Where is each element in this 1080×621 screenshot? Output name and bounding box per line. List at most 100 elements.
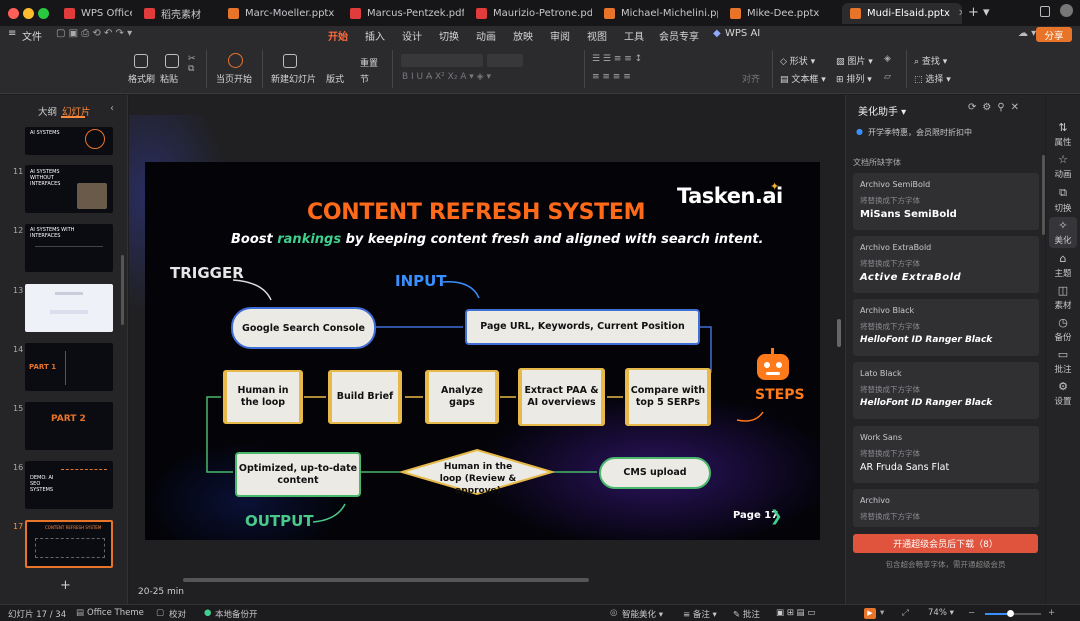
slide-thumbnail[interactable]: AI SYSTEMS bbox=[25, 127, 113, 155]
notes-button[interactable]: ≡ 备注 ▾ bbox=[683, 608, 717, 620]
font-card[interactable]: Archivo Black 将替换成下方字体 HelloFont ID Ranger… bbox=[853, 299, 1039, 356]
window-icon[interactable] bbox=[1040, 6, 1050, 17]
from-current-button[interactable]: 当页开始 bbox=[216, 72, 252, 85]
arrange-button[interactable]: ⊞ 排列 ▾ bbox=[836, 72, 872, 85]
align-icons[interactable]: ≡ ≡ ≡ ≡ bbox=[592, 72, 631, 82]
find-button[interactable]: ⌕ 查找 ▾ bbox=[914, 54, 947, 67]
menu-file[interactable]: 文件 bbox=[22, 28, 42, 43]
add-slide-icon[interactable]: + bbox=[60, 578, 71, 593]
menu-wps-ai[interactable]: WPS AI bbox=[725, 28, 760, 39]
section-button[interactable]: 节 bbox=[360, 72, 369, 85]
thumbnail-scrollbar[interactable] bbox=[121, 255, 124, 325]
canvas-vertical-scrollbar[interactable] bbox=[837, 319, 841, 347]
side-tool-animation[interactable]: ☆ 动画 bbox=[1046, 153, 1080, 180]
side-tool-comments[interactable]: ▭ 批注 bbox=[1046, 348, 1080, 375]
play-slideshow-button[interactable]: ▶ bbox=[864, 608, 876, 619]
theme-name[interactable]: Office Theme bbox=[87, 608, 144, 618]
zoom-in-icon[interactable]: + bbox=[1048, 608, 1055, 618]
font-size-select[interactable] bbox=[487, 54, 523, 67]
align-button[interactable]: 对齐 bbox=[742, 72, 760, 85]
download-fonts-button[interactable]: 开通超级会员后下载（8） bbox=[853, 534, 1038, 553]
minimize-window-button[interactable] bbox=[23, 8, 34, 19]
menu-slideshow[interactable]: 放映 bbox=[513, 28, 533, 43]
slide-thumbnail[interactable]: AI SYSTEMS WITHOUT INTERFACES bbox=[25, 165, 113, 213]
tab-outline[interactable]: 大纲 bbox=[38, 104, 57, 118]
font-card[interactable]: Archivo SemiBold 将替换成下方字体 MiSans SemiBold bbox=[853, 173, 1039, 230]
menu-member[interactable]: 会员专享 bbox=[659, 28, 699, 43]
tab-file[interactable]: Marcus-Pentzek.pdf bbox=[342, 3, 464, 24]
cloud-icon[interactable]: ☁ ▾ bbox=[1018, 28, 1036, 39]
font-card[interactable]: Work Sans 将替换成下方字体 AR Fruda Sans Flat bbox=[853, 426, 1039, 483]
shape-button[interactable]: ◇ 形状 ▾ bbox=[780, 54, 815, 67]
paste-button[interactable]: 粘贴 bbox=[160, 72, 178, 85]
zoom-slider[interactable] bbox=[985, 610, 1041, 617]
fill-icon[interactable]: ◈ bbox=[884, 54, 891, 64]
slide-17[interactable]: Tasken.ai ✦ CONTENT REFRESH SYSTEM Boost… bbox=[145, 162, 820, 540]
fit-window-icon[interactable]: ⤢ bbox=[902, 608, 909, 618]
side-tool-backup[interactable]: ◷ 备份 bbox=[1046, 316, 1080, 343]
menu-review[interactable]: 审阅 bbox=[550, 28, 570, 43]
slide-thumbnail[interactable]: DEMO: AI SEO SYSTEMS bbox=[25, 461, 113, 509]
menu-animation[interactable]: 动画 bbox=[476, 28, 496, 43]
new-tab-icon[interactable]: + ▾ bbox=[968, 5, 990, 20]
tab-wps-office[interactable]: WPS Office bbox=[56, 3, 132, 24]
font-card[interactable]: Archivo ExtraBold 将替换成下方字体 Active ExtraBol… bbox=[853, 236, 1039, 293]
tab-file-active[interactable]: Mudi-Elsaid.pptx ✕ bbox=[842, 3, 962, 24]
close-tab-icon[interactable]: ✕ bbox=[958, 8, 962, 19]
slide-thumbnail-active[interactable]: CONTENT REFRESH SYSTEM bbox=[25, 520, 113, 568]
reset-button[interactable]: 重置 bbox=[360, 56, 378, 69]
picture-button[interactable]: ▨ 图片 ▾ bbox=[836, 54, 873, 67]
view-mode-icons[interactable]: ▣ ⊞ ▤ ▭ bbox=[776, 608, 815, 618]
textbox-button[interactable]: ▤ 文本框 ▾ bbox=[780, 72, 826, 85]
collapse-panel-icon[interactable]: ‹ bbox=[110, 103, 114, 114]
slide-thumbnail[interactable]: PART 2 bbox=[25, 402, 113, 450]
avatar[interactable] bbox=[1060, 4, 1073, 17]
proof-button[interactable]: 校对 bbox=[169, 608, 186, 620]
panel-header-icons[interactable]: ⟳⚙⚲✕ bbox=[968, 102, 1025, 113]
zoom-out-icon[interactable]: − bbox=[968, 608, 975, 618]
maximize-window-button[interactable] bbox=[38, 8, 49, 19]
layout-button[interactable]: 版式 bbox=[326, 72, 344, 85]
menu-view[interactable]: 视图 bbox=[587, 28, 607, 43]
font-name-select[interactable] bbox=[401, 54, 483, 67]
slide-thumbnail[interactable]: AI SYSTEMS WITH INTERFACES bbox=[25, 224, 113, 272]
smart-beautify-button[interactable]: 智能美化 ▾ bbox=[622, 608, 663, 620]
panel-scrollbar[interactable] bbox=[1042, 155, 1045, 235]
side-tool-assets[interactable]: ◫ 素材 bbox=[1046, 284, 1080, 311]
comments-button[interactable]: ✎ 批注 bbox=[733, 608, 760, 620]
font-card[interactable]: Archivo 将替换成下方字体 bbox=[853, 489, 1039, 527]
backup-status[interactable]: 本地备份开 bbox=[215, 608, 258, 620]
close-window-button[interactable] bbox=[8, 8, 19, 19]
side-tool-settings[interactable]: ⚙ 设置 bbox=[1046, 380, 1080, 407]
side-tool-transition[interactable]: ⧉ 切换 bbox=[1046, 186, 1080, 214]
select-button[interactable]: ⬚ 选择 ▾ bbox=[914, 72, 951, 85]
format-painter-button[interactable]: 格式刷 bbox=[128, 72, 155, 85]
side-tool-theme[interactable]: ⌂ 主题 bbox=[1046, 252, 1080, 279]
slide-thumbnail[interactable] bbox=[25, 284, 113, 332]
side-tool-beautify[interactable]: ✧ 美化 bbox=[1049, 217, 1077, 248]
quick-toolbar-icons[interactable]: ▢ ▣ ⎙ ⟲ ↶ ↷ ▾ bbox=[56, 28, 132, 39]
font-card[interactable]: Lato Black 将替换成下方字体 HelloFont ID Ranger Bl… bbox=[853, 362, 1039, 419]
menu-tools[interactable]: 工具 bbox=[624, 28, 644, 43]
notes-text[interactable]: 20-25 min bbox=[138, 587, 184, 597]
menu-design[interactable]: 设计 bbox=[402, 28, 422, 43]
tab-docer[interactable]: 稻壳素材 bbox=[136, 3, 216, 24]
outline-icon[interactable]: ▱ bbox=[884, 72, 891, 82]
paragraph-icons[interactable]: ☰ ☰ ≡ ≡ ↕ bbox=[592, 54, 642, 64]
tab-file[interactable]: Mike-Dee.pptx bbox=[722, 3, 838, 24]
menu-insert[interactable]: 插入 bbox=[365, 28, 385, 43]
side-tool-properties[interactable]: ⇅ 属性 bbox=[1046, 121, 1080, 148]
zoom-level[interactable]: 74% ▾ bbox=[928, 608, 954, 618]
new-slide-button[interactable]: 新建幻灯片 bbox=[271, 72, 316, 85]
menu-home[interactable]: 开始 bbox=[328, 28, 348, 43]
menu-transition[interactable]: 切换 bbox=[439, 28, 459, 43]
tab-file[interactable]: Michael-Michelini.pptx bbox=[596, 3, 718, 24]
tab-file[interactable]: Marc-Moeller.pptx bbox=[220, 3, 338, 24]
cut-copy-icons[interactable]: ✂ ⧉ bbox=[188, 54, 196, 74]
share-button[interactable]: 分享 bbox=[1036, 27, 1072, 42]
text-format-icons[interactable]: B I U A̶ X² X₂ A ▾ ◈ ▾ bbox=[402, 72, 491, 82]
play-options-icon[interactable]: ▾ bbox=[880, 608, 884, 618]
hamburger-icon[interactable]: ≡ bbox=[8, 28, 16, 39]
panel-title[interactable]: 美化助手 ▾ bbox=[858, 103, 906, 118]
promo-text[interactable]: 开学季特惠，会员限时折扣中 bbox=[868, 127, 972, 138]
